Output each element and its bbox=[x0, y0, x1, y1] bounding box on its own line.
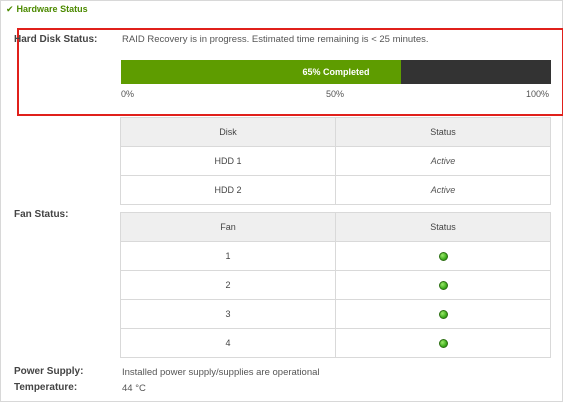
table-row: 2 bbox=[120, 270, 551, 300]
column-header: Status bbox=[335, 212, 551, 242]
power-supply-label: Power Supply: bbox=[14, 366, 84, 377]
fan-number: 2 bbox=[120, 270, 336, 300]
disk-status: Active bbox=[335, 175, 551, 205]
disk-name: HDD 2 bbox=[120, 175, 336, 205]
fan-status bbox=[335, 270, 551, 300]
temperature-value: 44 °C bbox=[122, 383, 146, 394]
fan-status bbox=[335, 241, 551, 271]
disk-name: HDD 1 bbox=[120, 146, 336, 176]
column-header: Status bbox=[335, 117, 551, 147]
fan-status bbox=[335, 328, 551, 358]
fan-number: 1 bbox=[120, 241, 336, 271]
green-dot-icon bbox=[438, 252, 448, 262]
fan-table: Fan Status 1 2 3 4 bbox=[120, 212, 551, 358]
fan-status bbox=[335, 299, 551, 329]
column-header: Disk bbox=[120, 117, 336, 147]
progress-tick-50: 50% bbox=[326, 89, 345, 99]
section-title: ✔ Hardware Status bbox=[6, 4, 88, 15]
table-row: HDD 1 Active bbox=[120, 146, 551, 176]
fan-number: 4 bbox=[120, 328, 336, 358]
hard-disk-status-label: Hard Disk Status: bbox=[14, 34, 98, 45]
disk-status: Active bbox=[335, 146, 551, 176]
table-row: 3 bbox=[120, 299, 551, 329]
fan-number: 3 bbox=[120, 299, 336, 329]
progress-tick-0: 0% bbox=[121, 89, 135, 99]
green-dot-icon bbox=[438, 339, 448, 349]
column-header: Fan bbox=[120, 212, 336, 242]
section-title-label: Hardware Status bbox=[16, 4, 88, 14]
green-dot-icon bbox=[438, 310, 448, 320]
fan-status-label: Fan Status: bbox=[14, 209, 69, 220]
table-row: 4 bbox=[120, 328, 551, 358]
raid-progress-bar: 65% Completed bbox=[121, 60, 551, 84]
check-icon: ✔ bbox=[6, 4, 14, 14]
table-row: HDD 2 Active bbox=[120, 175, 551, 205]
power-supply-value: Installed power supply/supplies are oper… bbox=[122, 367, 320, 378]
table-header-row: Fan Status bbox=[120, 212, 551, 242]
disk-table: Disk Status HDD 1 Active HDD 2 Active bbox=[120, 117, 551, 205]
temperature-label: Temperature: bbox=[14, 382, 78, 393]
table-header-row: Disk Status bbox=[120, 117, 551, 147]
progress-tick-100: 100% bbox=[526, 89, 550, 99]
green-dot-icon bbox=[438, 281, 448, 291]
raid-recovery-message: RAID Recovery is in progress. Estimated … bbox=[122, 34, 429, 45]
raid-progress-label: 65% Completed bbox=[302, 67, 370, 77]
table-row: 1 bbox=[120, 241, 551, 271]
